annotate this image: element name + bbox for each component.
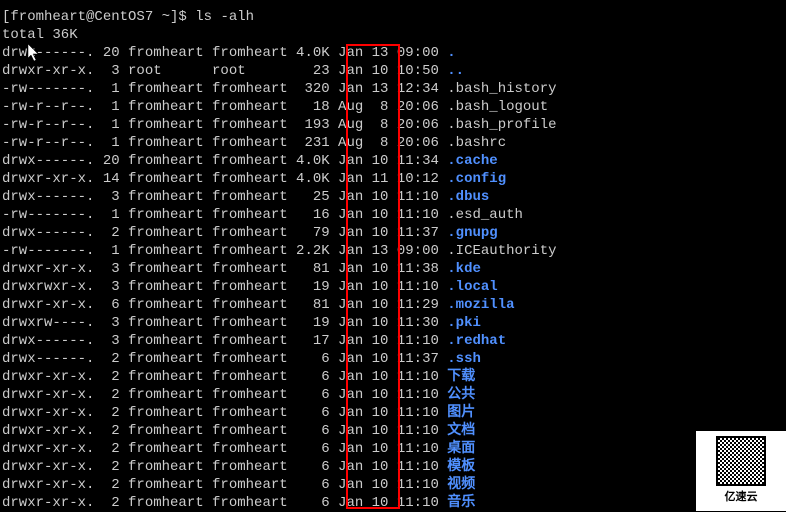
list-item: -rw-r--r--. 1 fromheart fromheart 193 Au… — [2, 116, 784, 134]
list-item: -rw-r--r--. 1 fromheart fromheart 18 Aug… — [2, 98, 784, 116]
file-name: 模板 — [447, 459, 475, 475]
file-meta: drwxr-xr-x. 3 root root 23 Jan 10 10:50 — [2, 63, 447, 79]
file-meta: drwxr-xr-x. 2 fromheart fromheart 6 Jan … — [2, 387, 447, 403]
file-meta: drwxr-xr-x. 2 fromheart fromheart 6 Jan … — [2, 405, 447, 421]
file-meta: -rw-r--r--. 1 fromheart fromheart 193 Au… — [2, 117, 447, 133]
qr-code-icon — [716, 436, 766, 486]
file-name: .. — [447, 63, 464, 79]
list-item: drwxr-xr-x. 2 fromheart fromheart 6 Jan … — [2, 422, 784, 440]
file-meta: drwxr-xr-x. 2 fromheart fromheart 6 Jan … — [2, 369, 447, 385]
file-meta: drwxr-xr-x. 2 fromheart fromheart 6 Jan … — [2, 459, 447, 475]
total-line: total 36K — [2, 26, 784, 44]
list-item: drwxrw----. 3 fromheart fromheart 19 Jan… — [2, 314, 784, 332]
list-item: drwx------. 20 fromheart fromheart 4.0K … — [2, 44, 784, 62]
list-item: -rw-------. 1 fromheart fromheart 16 Jan… — [2, 206, 784, 224]
shell-prompt: [fromheart@CentOS7 ~]$ — [2, 9, 195, 25]
file-meta: drwxr-xr-x. 3 fromheart fromheart 81 Jan… — [2, 261, 447, 277]
list-item: drwx------. 2 fromheart fromheart 6 Jan … — [2, 350, 784, 368]
list-item: drwxr-xr-x. 2 fromheart fromheart 6 Jan … — [2, 368, 784, 386]
list-item: drwxr-xr-x. 2 fromheart fromheart 6 Jan … — [2, 476, 784, 494]
list-item: drwxr-xr-x. 2 fromheart fromheart 6 Jan … — [2, 440, 784, 458]
file-name: 图片 — [447, 405, 475, 421]
file-name: .bash_logout — [447, 99, 548, 115]
file-name: .local — [447, 279, 497, 295]
file-name: 文档 — [447, 423, 475, 439]
list-item: drwxr-xr-x. 3 fromheart fromheart 81 Jan… — [2, 260, 784, 278]
list-item: drwxrwxr-x. 3 fromheart fromheart 19 Jan… — [2, 278, 784, 296]
file-name: .redhat — [447, 333, 506, 349]
file-name: .kde — [447, 261, 481, 277]
file-name: 公共 — [447, 387, 475, 403]
list-item: drwx------. 3 fromheart fromheart 25 Jan… — [2, 188, 784, 206]
list-item: -rw-r--r--. 1 fromheart fromheart 231 Au… — [2, 134, 784, 152]
list-item: drwxr-xr-x. 3 root root 23 Jan 10 10:50 … — [2, 62, 784, 80]
file-name: 桌面 — [447, 441, 475, 457]
file-name: 视频 — [447, 477, 475, 493]
file-name: .cache — [447, 153, 497, 169]
list-item: drwx------. 20 fromheart fromheart 4.0K … — [2, 152, 784, 170]
prompt-line[interactable]: [fromheart@CentOS7 ~]$ ls -alh — [2, 8, 784, 26]
file-name: .pki — [447, 315, 481, 331]
file-meta: drwxrw----. 3 fromheart fromheart 19 Jan… — [2, 315, 447, 331]
qr-label: 亿速云 — [725, 488, 758, 506]
file-name: .mozilla — [447, 297, 514, 313]
file-name: 音乐 — [447, 495, 475, 511]
file-meta: drwxr-xr-x. 2 fromheart fromheart 6 Jan … — [2, 477, 447, 493]
file-meta: -rw-r--r--. 1 fromheart fromheart 231 Au… — [2, 135, 447, 151]
file-meta: -rw-------. 1 fromheart fromheart 320 Ja… — [2, 81, 447, 97]
file-meta: drwxr-xr-x. 2 fromheart fromheart 6 Jan … — [2, 495, 447, 511]
file-meta: drwx------. 20 fromheart fromheart 4.0K … — [2, 153, 447, 169]
list-item: -rw-------. 1 fromheart fromheart 320 Ja… — [2, 80, 784, 98]
file-meta: drwx------. 20 fromheart fromheart 4.0K … — [2, 45, 447, 61]
file-meta: -rw-r--r--. 1 fromheart fromheart 18 Aug… — [2, 99, 447, 115]
file-name: .ssh — [447, 351, 481, 367]
file-meta: drwx------. 2 fromheart fromheart 79 Jan… — [2, 225, 447, 241]
file-name: .config — [447, 171, 506, 187]
list-item: -rw-------. 1 fromheart fromheart 2.2K J… — [2, 242, 784, 260]
file-listing: drwx------. 20 fromheart fromheart 4.0K … — [2, 44, 784, 512]
file-name: 下载 — [447, 369, 475, 385]
file-name: . — [447, 45, 455, 61]
list-item: drwxr-xr-x. 2 fromheart fromheart 6 Jan … — [2, 458, 784, 476]
list-item: drwxr-xr-x. 6 fromheart fromheart 81 Jan… — [2, 296, 784, 314]
file-meta: drwx------. 3 fromheart fromheart 17 Jan… — [2, 333, 447, 349]
file-meta: drwx------. 2 fromheart fromheart 6 Jan … — [2, 351, 447, 367]
file-name: .ICEauthority — [447, 243, 556, 259]
list-item: drwxr-xr-x. 14 fromheart fromheart 4.0K … — [2, 170, 784, 188]
file-meta: drwxr-xr-x. 2 fromheart fromheart 6 Jan … — [2, 423, 447, 439]
list-item: drwxr-xr-x. 2 fromheart fromheart 6 Jan … — [2, 386, 784, 404]
file-meta: -rw-------. 1 fromheart fromheart 16 Jan… — [2, 207, 447, 223]
list-item: drwxr-xr-x. 2 fromheart fromheart 6 Jan … — [2, 404, 784, 422]
file-meta: drwxr-xr-x. 2 fromheart fromheart 6 Jan … — [2, 441, 447, 457]
file-name: .bashrc — [447, 135, 506, 151]
command-text: ls -alh — [195, 9, 254, 25]
file-name: .gnupg — [447, 225, 497, 241]
file-meta: drwx------. 3 fromheart fromheart 25 Jan… — [2, 189, 447, 205]
file-name: .bash_profile — [447, 117, 556, 133]
file-name: .dbus — [447, 189, 489, 205]
qr-widget[interactable]: 亿速云 — [696, 431, 786, 511]
list-item: drwxr-xr-x. 2 fromheart fromheart 6 Jan … — [2, 494, 784, 512]
file-meta: drwxr-xr-x. 6 fromheart fromheart 81 Jan… — [2, 297, 447, 313]
file-name: .bash_history — [447, 81, 556, 97]
file-meta: drwxrwxr-x. 3 fromheart fromheart 19 Jan… — [2, 279, 447, 295]
file-meta: drwxr-xr-x. 14 fromheart fromheart 4.0K … — [2, 171, 447, 187]
list-item: drwx------. 2 fromheart fromheart 79 Jan… — [2, 224, 784, 242]
file-name: .esd_auth — [447, 207, 523, 223]
file-meta: -rw-------. 1 fromheart fromheart 2.2K J… — [2, 243, 447, 259]
list-item: drwx------. 3 fromheart fromheart 17 Jan… — [2, 332, 784, 350]
